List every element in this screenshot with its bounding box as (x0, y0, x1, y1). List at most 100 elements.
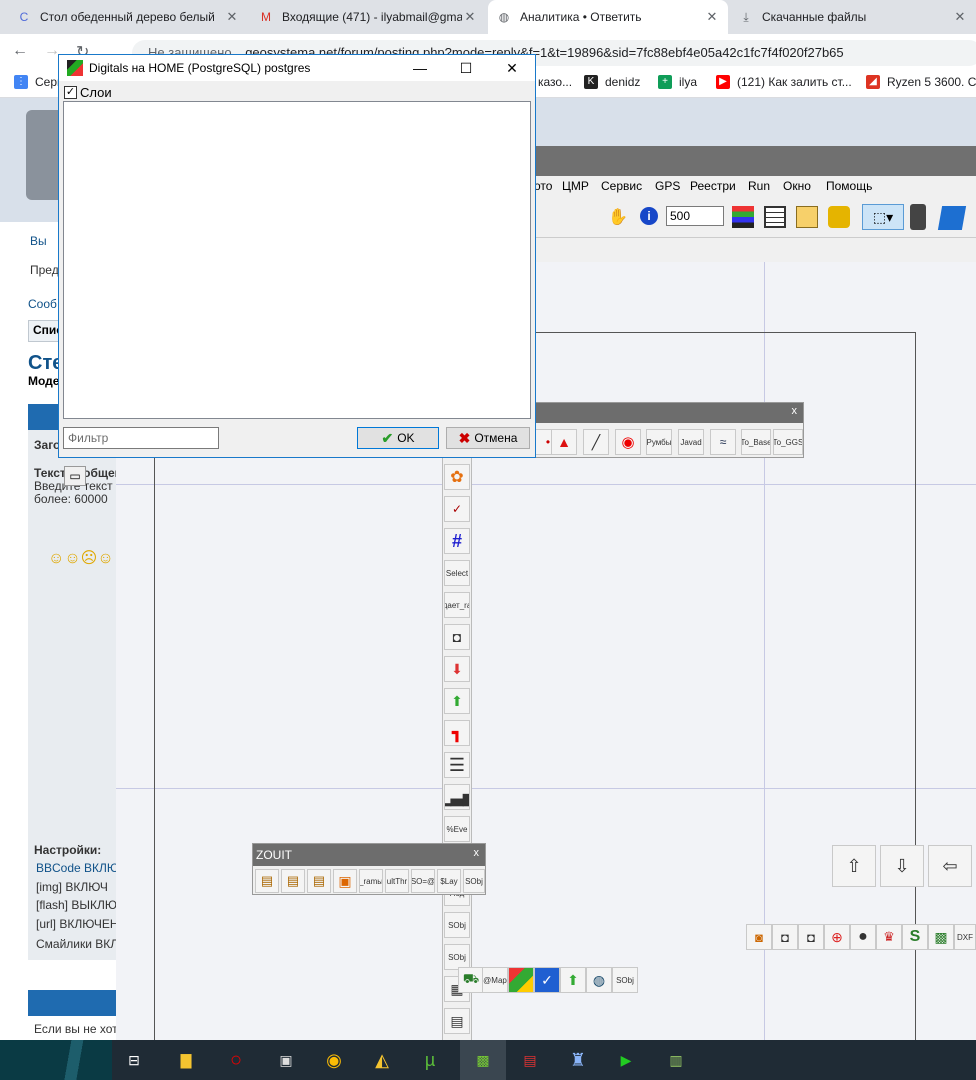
color-icon[interactable] (508, 967, 534, 993)
traffic-light-icon[interactable] (910, 204, 926, 230)
save-app-icon[interactable]: ▣ (270, 1044, 302, 1076)
hand-pan-icon[interactable]: ✋ (608, 207, 628, 227)
close-icon[interactable]: ✕ (489, 55, 535, 81)
task-view-icon[interactable]: ⊟ (118, 1044, 150, 1076)
smiley-icons[interactable]: ☺☺☹☺ (48, 548, 114, 568)
point-icon[interactable]: ⊕ (824, 924, 850, 950)
pin-icon[interactable]: ◙ (746, 924, 772, 950)
dxf-button[interactable]: DXF (954, 924, 976, 950)
menu-item[interactable]: ото (534, 179, 552, 193)
bars-icon[interactable]: ▁▃▅ (444, 784, 470, 810)
edit-form-icon[interactable] (796, 206, 818, 228)
app-triangle-icon[interactable]: ◭ (366, 1044, 398, 1076)
layers-checkbox[interactable]: ✓ (64, 86, 77, 99)
square-node-icon[interactable]: ◘ (772, 924, 798, 950)
edit-layer-icon[interactable]: ▤ (281, 869, 305, 893)
ok-button[interactable]: ✔ OK (357, 427, 439, 449)
square-node-icon[interactable]: ◘ (798, 924, 824, 950)
ramy-button[interactable]: _ramы (359, 869, 383, 893)
menu-item[interactable]: Помощь (826, 179, 872, 193)
to-base-button[interactable]: To_Base (741, 429, 771, 455)
bookmark-youtube[interactable]: ▶ (121) Как залить ст... (716, 75, 852, 89)
line-tool-icon[interactable]: ╱ (583, 429, 609, 455)
utorrent-icon[interactable]: µ (414, 1044, 446, 1076)
menu-item[interactable]: ЦМР (562, 179, 589, 193)
so-button[interactable]: SO=@ (411, 869, 435, 893)
close-icon[interactable]: x (474, 847, 480, 859)
close-icon[interactable]: ✕ (704, 9, 720, 25)
square-node-icon[interactable]: ▭ (64, 466, 86, 486)
arrow-down-icon[interactable]: ⬇ (444, 656, 470, 682)
move-up-tool-icon[interactable]: ⇧ (832, 845, 876, 887)
edit-layer-icon[interactable]: ▤ (307, 869, 331, 893)
close-icon[interactable]: x (792, 405, 798, 417)
maximize-icon[interactable]: ☐ (443, 55, 489, 81)
select-tool-icon[interactable]: ⬚▾ (862, 204, 904, 230)
s-icon[interactable]: S (902, 924, 928, 950)
move-down-tool-icon[interactable]: ⇩ (880, 845, 924, 887)
layers-list[interactable] (63, 101, 531, 419)
forum-link[interactable]: Сооб (28, 297, 57, 311)
triangle-icon[interactable]: ▲ (551, 429, 577, 455)
tab-gmail[interactable]: M Входящие (471) - ilyabmail@gmail ✕ (250, 0, 486, 34)
checkbox-icon[interactable]: ✓ (534, 967, 560, 993)
layers-checkbox-row[interactable]: ✓ Слои (64, 85, 112, 100)
bookmark-denidz[interactable]: Kdenidz (584, 75, 640, 89)
menu-item[interactable]: Run (748, 179, 770, 193)
edit-layer-icon[interactable]: ▤ (255, 869, 279, 893)
map-button[interactable]: @Map (482, 967, 508, 993)
minimize-icon[interactable]: — (397, 55, 443, 81)
corner-icon[interactable]: ┓ (444, 720, 470, 746)
lines-icon[interactable]: ☰ (444, 752, 470, 778)
forum-link[interactable]: Вы (30, 234, 47, 248)
sobj-button[interactable]: SObj (444, 912, 470, 938)
menu-item[interactable]: Сервис (601, 179, 642, 193)
sobj-button[interactable]: SObj (463, 869, 485, 893)
rumby-button[interactable]: Румбы (646, 429, 672, 455)
media-icon[interactable]: ▶ (610, 1044, 642, 1076)
layers-icon[interactable] (732, 206, 754, 228)
table-icon[interactable] (764, 206, 786, 228)
black-dot-icon[interactable]: ● (850, 924, 876, 950)
pdf-icon[interactable]: ▤ (514, 1044, 546, 1076)
postgres-icon[interactable]: ♜ (562, 1044, 594, 1076)
bookmark-ilya[interactable]: + ilya (658, 75, 697, 89)
arrow-up-icon[interactable]: ⬆ (444, 688, 470, 714)
move-left-tool-icon[interactable]: ⇦ (928, 845, 972, 887)
chrome-icon[interactable]: ◉ (318, 1044, 350, 1076)
eve-button[interactable]: %Eve (444, 816, 470, 842)
grid-color-icon[interactable]: ▩ (928, 924, 954, 950)
close-icon[interactable]: ✕ (224, 9, 240, 25)
crown-icon[interactable]: ♛ (876, 924, 902, 950)
globe-tool-icon[interactable]: ◍ (586, 967, 612, 993)
checklist-icon[interactable]: ✓ (444, 496, 470, 522)
tractor-icon[interactable]: ⛟ (458, 967, 484, 993)
opera-icon[interactable]: ○ (220, 1044, 252, 1076)
cancel-button[interactable]: ✖ Отмена (446, 427, 530, 449)
curve-icon[interactable]: ≈ (710, 429, 736, 455)
back-icon[interactable]: ← (12, 42, 28, 60)
digitals-taskbar-icon[interactable]: ▩ (460, 1040, 506, 1080)
bookmark-ryzen[interactable]: ◢ Ryzen 5 3600. C (866, 75, 976, 89)
arrow-up-icon[interactable]: ⬆ (560, 967, 586, 993)
flower-icon[interactable]: ✿ (444, 464, 470, 490)
document-edit-icon[interactable]: ▤ (444, 1008, 470, 1034)
close-icon[interactable]: ✕ (462, 9, 478, 25)
select-button[interactable]: Select (444, 560, 470, 586)
menu-item[interactable]: Окно (783, 179, 811, 193)
menu-item[interactable]: Реестри (690, 179, 736, 193)
to-ggs-button[interactable]: To_GGS (773, 429, 803, 455)
close-icon[interactable]: ✕ (952, 9, 968, 25)
doc-icon[interactable]: ▥ (660, 1044, 692, 1076)
tab-downloads[interactable]: ⤓ Скачанные файлы ✕ (730, 0, 976, 34)
scale-input[interactable]: 500 (666, 206, 724, 226)
lay-button[interactable]: $Lay (437, 869, 461, 893)
circle-icon[interactable]: ◉ (615, 429, 641, 455)
tab-table[interactable]: C Стол обеденный дерево белый ✕ (8, 0, 248, 34)
menu-item[interactable]: GPS (655, 179, 680, 193)
daet-ra-button[interactable]: дает_ra (444, 592, 470, 618)
draw-tool-icon[interactable] (937, 206, 967, 230)
info-icon[interactable]: i (640, 207, 658, 225)
start-area[interactable] (0, 1040, 112, 1080)
tab-analytics[interactable]: ◍ Аналитика • Ответить ✕ (488, 0, 728, 34)
